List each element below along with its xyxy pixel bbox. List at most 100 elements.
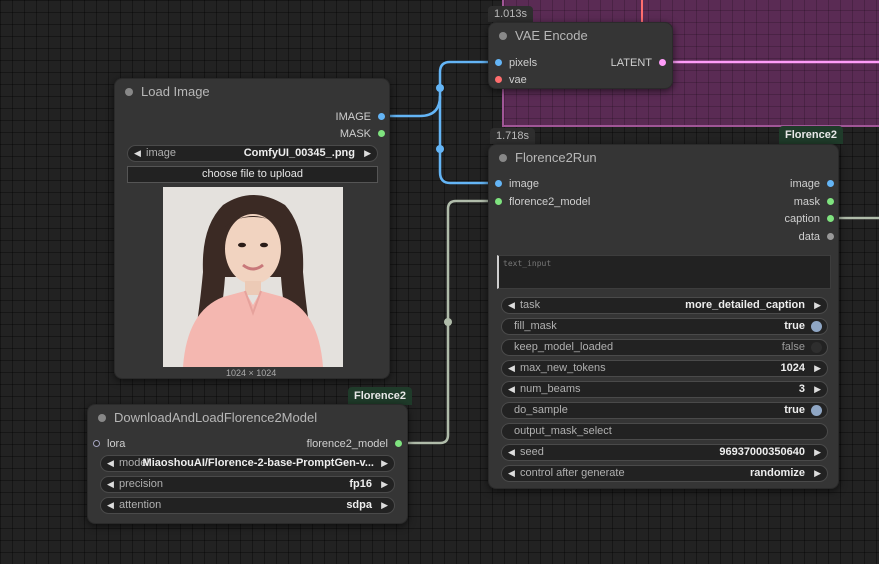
increment-arrow-icon[interactable]: ▶ <box>381 500 388 511</box>
toggle-on-icon[interactable] <box>811 321 822 332</box>
decrement-arrow-icon[interactable]: ◀ <box>107 479 114 490</box>
increment-arrow-icon[interactable]: ▶ <box>814 468 821 479</box>
node-pack-badge: Florence2 <box>348 387 412 405</box>
pin-icon[interactable] <box>395 440 402 447</box>
widget-label: fill_mask <box>514 320 557 332</box>
florence2run-node[interactable]: Florence2Run image florence2_model image… <box>488 144 839 489</box>
precision-select-widget[interactable]: ◀ precision fp16 ▶ <box>100 476 395 493</box>
toggle-on-icon[interactable] <box>811 405 822 416</box>
load-image-node[interactable]: Load Image IMAGE MASK ◀ image ComfyUI_00… <box>114 78 390 379</box>
widget-value: ComfyUI_00345_.png <box>243 147 355 159</box>
input-slot-florence2-model[interactable]: florence2_model <box>495 195 590 209</box>
increment-arrow-icon[interactable]: ▶ <box>814 300 821 311</box>
increment-arrow-icon[interactable]: ▶ <box>814 447 821 458</box>
portrait-image <box>163 187 343 367</box>
output-slot-mask[interactable]: mask <box>794 195 834 209</box>
collapse-dot-icon[interactable] <box>125 88 133 96</box>
decrement-arrow-icon[interactable]: ◀ <box>508 300 515 311</box>
widget-label: attention <box>119 499 162 511</box>
pin-icon[interactable] <box>378 130 385 137</box>
pin-icon[interactable] <box>495 180 502 187</box>
download-florence2-model-node[interactable]: DownloadAndLoadFlorence2Model lora flore… <box>87 404 408 524</box>
node-title[interactable]: Florence2Run <box>489 145 838 171</box>
input-slot-image[interactable]: image <box>495 177 539 191</box>
slot-label: pixels <box>509 57 538 69</box>
slot-label: image <box>509 178 539 190</box>
widget-label: seed <box>520 446 544 458</box>
pin-icon[interactable] <box>378 113 385 120</box>
vae-encode-node[interactable]: VAE Encode pixels vae LATENT <box>488 22 673 89</box>
toggle-off-icon[interactable] <box>811 342 822 353</box>
increment-arrow-icon[interactable]: ▶ <box>381 458 388 469</box>
output-slot-caption[interactable]: caption <box>785 212 834 226</box>
reroute-dot[interactable] <box>444 318 452 326</box>
pin-icon[interactable] <box>827 180 834 187</box>
pin-icon[interactable] <box>495 59 502 66</box>
pin-icon[interactable] <box>495 76 502 83</box>
slot-label: data <box>798 231 820 243</box>
model-select-widget[interactable]: ◀ model MiaoshouAI/Florence-2-base-Promp… <box>100 455 395 472</box>
decrement-arrow-icon[interactable]: ◀ <box>134 148 141 159</box>
node-title[interactable]: VAE Encode <box>489 23 672 49</box>
decrement-arrow-icon[interactable]: ◀ <box>107 458 114 469</box>
execution-time-badge: 1.013s <box>488 6 534 22</box>
output-slot-image[interactable]: image <box>790 177 834 191</box>
widget-value: 1024 <box>780 362 805 374</box>
decrement-arrow-icon[interactable]: ◀ <box>508 363 515 374</box>
increment-arrow-icon[interactable]: ▶ <box>381 479 388 490</box>
widget-label: max_new_tokens <box>520 362 606 374</box>
collapse-dot-icon[interactable] <box>499 154 507 162</box>
decrement-arrow-icon[interactable]: ◀ <box>508 384 515 395</box>
task-select-widget[interactable]: ◀ task more_detailed_caption ▶ <box>501 297 828 314</box>
output-slot-florence2-model[interactable]: florence2_model <box>307 437 402 451</box>
slot-label: image <box>790 178 820 190</box>
slot-label: IMAGE <box>335 111 371 123</box>
widget-label: keep_model_loaded <box>514 341 614 353</box>
decrement-arrow-icon[interactable]: ◀ <box>508 447 515 458</box>
widget-label: num_beams <box>520 383 581 395</box>
upload-button[interactable]: choose file to upload <box>127 166 378 183</box>
reroute-dot[interactable] <box>436 145 444 153</box>
keep-model-loaded-toggle[interactable]: keep_model_loaded false <box>501 339 828 356</box>
text-input-area[interactable]: text_input <box>497 255 831 289</box>
image-size-label: 1024 × 1024 <box>226 368 277 378</box>
pin-icon[interactable] <box>827 215 834 222</box>
node-title-text: Load Image <box>141 84 210 99</box>
image-select-widget[interactable]: ◀ image ComfyUI_00345_.png ▶ <box>127 145 378 162</box>
collapse-dot-icon[interactable] <box>98 414 106 422</box>
slot-label: florence2_model <box>306 438 388 450</box>
increment-arrow-icon[interactable]: ▶ <box>814 363 821 374</box>
widget-value: 96937000350640 <box>719 446 805 458</box>
pin-icon[interactable] <box>93 440 100 447</box>
pin-icon[interactable] <box>659 59 666 66</box>
output-slot-latent[interactable]: LATENT <box>611 56 666 70</box>
decrement-arrow-icon[interactable]: ◀ <box>107 500 114 511</box>
pin-icon[interactable] <box>827 233 834 240</box>
fill-mask-toggle[interactable]: fill_mask true <box>501 318 828 335</box>
output-slot-mask[interactable]: MASK <box>340 127 385 141</box>
attention-select-widget[interactable]: ◀ attention sdpa ▶ <box>100 497 395 514</box>
reroute-dot[interactable] <box>436 84 444 92</box>
node-title[interactable]: DownloadAndLoadFlorence2Model <box>88 405 407 431</box>
max-new-tokens-widget[interactable]: ◀ max_new_tokens 1024 ▶ <box>501 360 828 377</box>
input-slot-lora[interactable]: lora <box>93 437 125 451</box>
output-slot-data[interactable]: data <box>799 230 834 244</box>
num-beams-widget[interactable]: ◀ num_beams 3 ▶ <box>501 381 828 398</box>
pin-icon[interactable] <box>495 198 502 205</box>
pin-icon[interactable] <box>827 198 834 205</box>
output-mask-select-widget[interactable]: output_mask_select <box>501 423 828 440</box>
increment-arrow-icon[interactable]: ▶ <box>364 148 371 159</box>
slot-label: mask <box>793 196 820 208</box>
collapse-dot-icon[interactable] <box>499 32 507 40</box>
widget-value: more_detailed_caption <box>685 299 805 311</box>
decrement-arrow-icon[interactable]: ◀ <box>508 468 515 479</box>
widget-value: false <box>781 341 805 353</box>
seed-widget[interactable]: ◀ seed 96937000350640 ▶ <box>501 444 828 461</box>
input-slot-pixels[interactable]: pixels <box>495 56 537 70</box>
input-slot-vae[interactable]: vae <box>495 73 527 87</box>
do-sample-toggle[interactable]: do_sample true <box>501 402 828 419</box>
node-title[interactable]: Load Image <box>115 79 389 105</box>
control-after-generate-widget[interactable]: ◀ control after generate randomize ▶ <box>501 465 828 482</box>
output-slot-image[interactable]: IMAGE <box>336 110 385 124</box>
increment-arrow-icon[interactable]: ▶ <box>814 384 821 395</box>
